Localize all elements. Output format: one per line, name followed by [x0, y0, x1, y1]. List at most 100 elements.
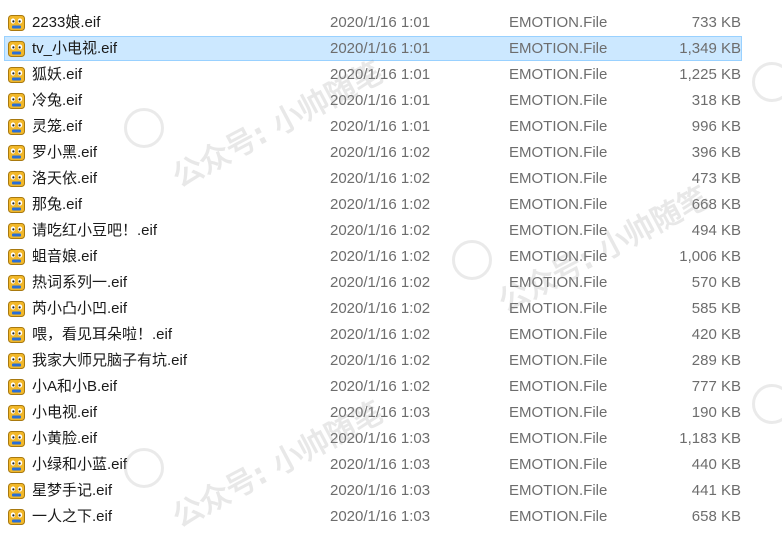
file-name[interactable]: 蛆音娘.eif [32, 244, 97, 270]
file-name[interactable]: 芮小凸小凹.eif [32, 296, 127, 322]
file-name[interactable]: 热词系列一.eif [32, 270, 127, 296]
file-size: 190 KB [691, 404, 741, 421]
file-date-modified: 2020/1/16 1:02 [330, 222, 431, 239]
file-date-modified: 2020/1/16 1:02 [330, 300, 431, 317]
file-type: EMOTION.File [509, 66, 608, 83]
file-date-modified: 2020/1/16 1:03 [330, 456, 431, 473]
file-type: EMOTION.File [509, 326, 608, 343]
file-name[interactable]: 小黄脸.eif [32, 426, 97, 452]
emotion-file-icon [8, 41, 25, 57]
file-name[interactable]: 冷兔.eif [32, 88, 82, 114]
file-name[interactable]: 请吃红小豆吧！.eif [32, 218, 157, 244]
file-name[interactable]: 我家大师兄脑子有坑.eif [32, 348, 187, 374]
file-date-modified: 2020/1/16 1:01 [330, 66, 431, 83]
file-type: EMOTION.File [509, 482, 608, 499]
file-date-modified: 2020/1/16 1:03 [330, 430, 431, 447]
file-name[interactable]: 小绿和小蓝.eif [32, 452, 127, 478]
file-date-modified: 2020/1/16 1:02 [330, 170, 431, 187]
file-size: 570 KB [691, 274, 741, 291]
file-size: 1,349 KB [679, 40, 741, 57]
file-size: 440 KB [691, 456, 741, 473]
file-size: 777 KB [691, 378, 741, 395]
emotion-file-icon [8, 15, 25, 31]
emotion-file-icon [8, 223, 25, 239]
emotion-file-icon [8, 301, 25, 317]
file-row[interactable]: 热词系列一.eif 2020/1/16 1:02 EMOTION.File 570 K… [0, 270, 782, 296]
file-type: EMOTION.File [509, 40, 608, 57]
file-date-modified: 2020/1/16 1:02 [330, 274, 431, 291]
file-type: EMOTION.File [509, 92, 608, 109]
file-name[interactable]: 小电视.eif [32, 400, 97, 426]
emotion-file-icon [8, 509, 25, 525]
file-type: EMOTION.File [509, 404, 608, 421]
file-name[interactable]: 2233娘.eif [32, 10, 100, 36]
file-name[interactable]: 罗小黑.eif [32, 140, 97, 166]
file-row[interactable]: 洛天依.eif 2020/1/16 1:02 EMOTION.File 473 KB [0, 166, 782, 192]
emotion-file-icon [8, 327, 25, 343]
file-row[interactable]: 冷兔.eif 2020/1/16 1:01 EMOTION.File 318 KB [0, 88, 782, 114]
file-name[interactable]: 狐妖.eif [32, 62, 82, 88]
file-type: EMOTION.File [509, 430, 608, 447]
file-size: 1,225 KB [679, 66, 741, 83]
file-size: 289 KB [691, 352, 741, 369]
emotion-file-icon [8, 249, 25, 265]
file-row[interactable]: 蛆音娘.eif 2020/1/16 1:02 EMOTION.File 1,006 K… [0, 244, 782, 270]
file-name[interactable]: 小A和小B.eif [32, 374, 117, 400]
file-row[interactable]: 2233娘.eif 2020/1/16 1:01 EMOTION.File 733 K… [0, 10, 782, 36]
file-row[interactable]: 小绿和小蓝.eif 2020/1/16 1:03 EMOTION.File 440 K… [0, 452, 782, 478]
file-name[interactable]: 喂，看见耳朵啦！.eif [32, 322, 172, 348]
file-type: EMOTION.File [509, 352, 608, 369]
file-row[interactable]: 那兔.eif 2020/1/16 1:02 EMOTION.File 668 KB [0, 192, 782, 218]
emotion-file-icon [8, 405, 25, 421]
file-row[interactable]: 狐妖.eif 2020/1/16 1:01 EMOTION.File 1,225 KB [0, 62, 782, 88]
file-type: EMOTION.File [509, 508, 608, 525]
file-size: 441 KB [691, 482, 741, 499]
emotion-file-icon [8, 353, 25, 369]
file-name[interactable]: 一人之下.eif [32, 504, 112, 530]
file-date-modified: 2020/1/16 1:01 [330, 14, 431, 31]
file-row[interactable]: tv_小电视.eif 2020/1/16 1:01 EMOTION.File 1,34… [0, 36, 782, 62]
file-name[interactable]: 星梦手记.eif [32, 478, 112, 504]
file-row[interactable]: 我家大师兄脑子有坑.eif 2020/1/16 1:02 EMOTION.File 2… [0, 348, 782, 374]
file-size: 1,183 KB [679, 430, 741, 447]
file-name[interactable]: tv_小电视.eif [32, 36, 117, 62]
file-date-modified: 2020/1/16 1:01 [330, 92, 431, 109]
file-type: EMOTION.File [509, 300, 608, 317]
file-date-modified: 2020/1/16 1:02 [330, 378, 431, 395]
file-row[interactable]: 芮小凸小凹.eif 2020/1/16 1:02 EMOTION.File 585 K… [0, 296, 782, 322]
file-type: EMOTION.File [509, 248, 608, 265]
file-type: EMOTION.File [509, 14, 608, 31]
file-name[interactable]: 灵笼.eif [32, 114, 82, 140]
file-size: 420 KB [691, 326, 741, 343]
file-size: 668 KB [691, 196, 741, 213]
file-row[interactable]: 小黄脸.eif 2020/1/16 1:03 EMOTION.File 1,183 K… [0, 426, 782, 452]
file-type: EMOTION.File [509, 144, 608, 161]
file-size: 658 KB [691, 508, 741, 525]
file-row[interactable]: 喂，看见耳朵啦！.eif 2020/1/16 1:02 EMOTION.File 42… [0, 322, 782, 348]
file-type: EMOTION.File [509, 274, 608, 291]
file-name[interactable]: 那兔.eif [32, 192, 82, 218]
file-row[interactable]: 星梦手记.eif 2020/1/16 1:03 EMOTION.File 441 KB [0, 478, 782, 504]
file-size: 585 KB [691, 300, 741, 317]
file-list: 2233娘.eif 2020/1/16 1:01 EMOTION.File 733 K… [0, 10, 782, 530]
emotion-file-icon [8, 171, 25, 187]
file-row[interactable]: 小A和小B.eif 2020/1/16 1:02 EMOTION.File 777 K… [0, 374, 782, 400]
file-size: 996 KB [691, 118, 741, 135]
file-type: EMOTION.File [509, 170, 608, 187]
file-name[interactable]: 洛天依.eif [32, 166, 97, 192]
file-size: 396 KB [691, 144, 741, 161]
file-size: 494 KB [691, 222, 741, 239]
file-row[interactable]: 请吃红小豆吧！.eif 2020/1/16 1:02 EMOTION.File 494… [0, 218, 782, 244]
file-row[interactable]: 小电视.eif 2020/1/16 1:03 EMOTION.File 190 KB [0, 400, 782, 426]
file-date-modified: 2020/1/16 1:01 [330, 40, 431, 57]
file-date-modified: 2020/1/16 1:03 [330, 508, 431, 525]
file-date-modified: 2020/1/16 1:02 [330, 352, 431, 369]
file-row[interactable]: 罗小黑.eif 2020/1/16 1:02 EMOTION.File 396 KB [0, 140, 782, 166]
file-row[interactable]: 一人之下.eif 2020/1/16 1:03 EMOTION.File 658 KB [0, 504, 782, 530]
file-size: 733 KB [691, 14, 741, 31]
file-row[interactable]: 灵笼.eif 2020/1/16 1:01 EMOTION.File 996 KB [0, 114, 782, 140]
file-date-modified: 2020/1/16 1:01 [330, 118, 431, 135]
emotion-file-icon [8, 145, 25, 161]
file-date-modified: 2020/1/16 1:02 [330, 144, 431, 161]
emotion-file-icon [8, 431, 25, 447]
